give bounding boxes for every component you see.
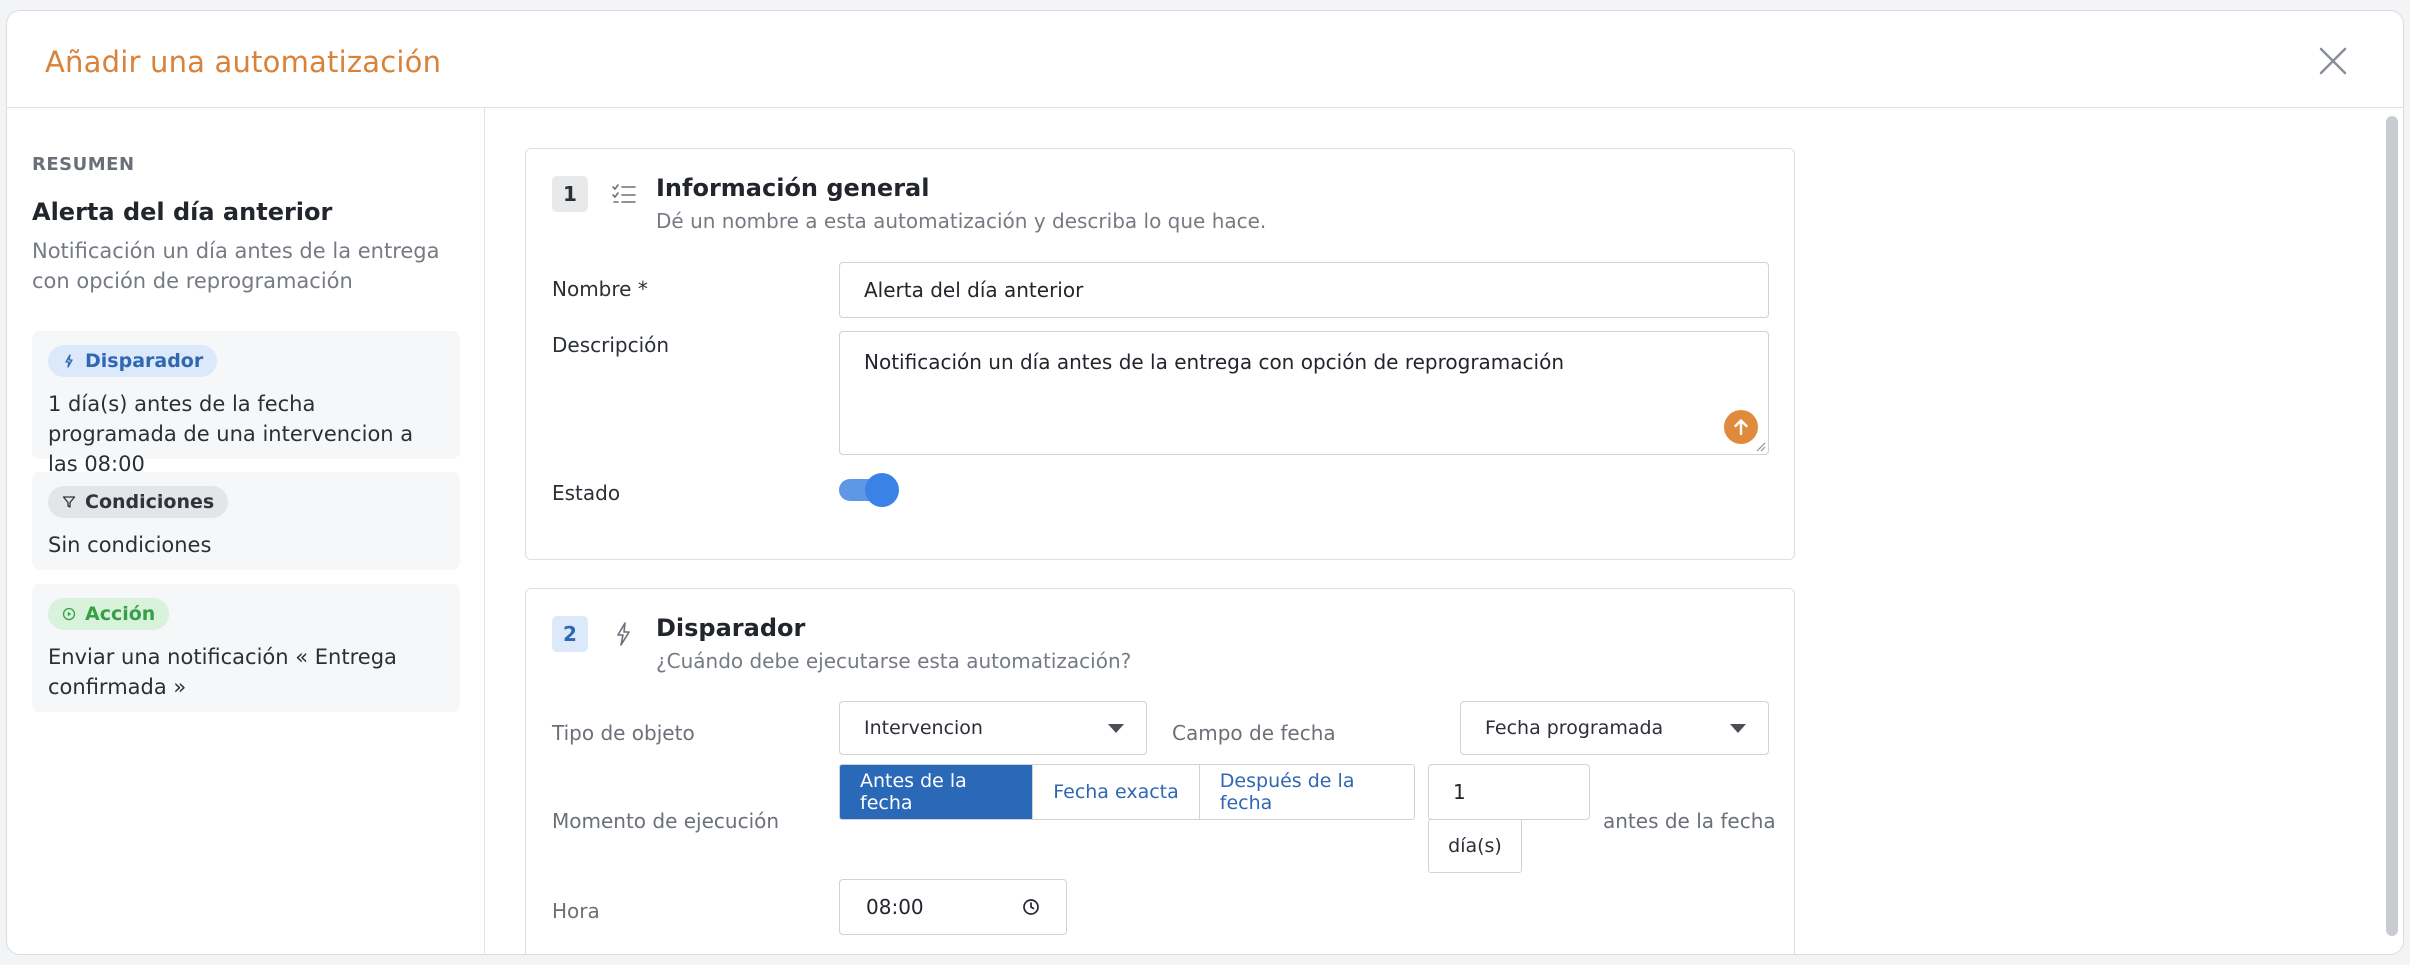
description-label: Descripción [552, 333, 670, 357]
date-field-select[interactable]: Fecha programada [1460, 701, 1769, 755]
object-type-label: Tipo de objeto [552, 721, 695, 745]
description-text: Notificación un día antes de la entrega … [864, 350, 1564, 374]
bolt-icon [617, 622, 630, 646]
step-number: 2 [552, 616, 588, 652]
close-icon [2319, 47, 2347, 75]
conditions-summary-text: Sin condiciones [48, 533, 212, 557]
summary-name: Alerta del día anterior [32, 198, 333, 226]
summary-heading: RESUMEN [32, 154, 135, 175]
checklist-icon [612, 184, 636, 203]
conditions-badge: Condiciones [48, 486, 229, 518]
timing-option-after[interactable]: Después de la fecha [1199, 765, 1414, 819]
status-label: Estado [552, 481, 621, 505]
clock-icon [1023, 899, 1039, 915]
name-label: Nombre * [552, 277, 648, 301]
section-title: Información general [656, 174, 930, 202]
dialog-title: Añadir una automatización [45, 45, 442, 79]
action-summary-text: Enviar una notificación « Entrega confir… [48, 645, 397, 699]
name-input[interactable]: Alerta del día anterior [839, 262, 1769, 318]
offset-input[interactable]: 1 [1428, 764, 1590, 820]
object-type-select[interactable]: Intervencion [839, 701, 1147, 755]
offset-suffix: antes de la fecha [1603, 809, 1776, 833]
status-toggle[interactable] [839, 473, 899, 507]
section-subtitle: Dé un nombre a esta automatización y des… [656, 209, 1267, 233]
timing-segmented-control: Antes de la fecha Fecha exacta Después d… [839, 764, 1415, 820]
dialog-header: Añadir una automatización [7, 11, 2403, 108]
scrollbar-thumb[interactable] [2386, 116, 2398, 936]
action-badge-label: Acción [85, 603, 156, 625]
chevron-down-icon [1108, 724, 1124, 733]
close-button[interactable] [2313, 41, 2353, 81]
resize-handle-icon[interactable] [1754, 440, 1766, 452]
bolt-icon [65, 354, 73, 368]
summary-action-card: Acción Enviar una notificación « Entrega… [32, 584, 460, 712]
section-subtitle: ¿Cuándo debe ejecutarse esta automatizac… [656, 649, 1132, 673]
play-circle-icon [62, 607, 76, 621]
section-title: Disparador [656, 614, 806, 642]
chevron-down-icon [1730, 724, 1746, 733]
automation-dialog: Añadir una automatización RESUMEN Alerta… [6, 10, 2404, 955]
timing-option-before[interactable]: Antes de la fecha [840, 765, 1034, 819]
timing-option-exact[interactable]: Fecha exacta [1033, 765, 1200, 819]
action-badge: Acción [48, 598, 170, 630]
summary-sidebar: RESUMEN Alerta del día anterior Notifica… [7, 108, 485, 954]
trigger-badge-label: Disparador [85, 350, 204, 372]
filter-icon [62, 496, 76, 508]
date-field-value: Fecha programada [1485, 717, 1664, 739]
time-value: 08:00 [866, 895, 924, 919]
scrollbar[interactable] [2385, 116, 2399, 946]
time-label: Hora [552, 899, 600, 923]
general-info-section: 1 Información general Dé un nombre a est… [525, 148, 1795, 560]
conditions-badge-label: Condiciones [85, 491, 215, 513]
date-field-label: Campo de fecha [1172, 721, 1336, 745]
step-number: 1 [552, 176, 588, 212]
toggle-knob [865, 473, 899, 507]
summary-description: Notificación un día antes de la entrega … [32, 239, 440, 293]
summary-trigger-card: Disparador 1 día(s) antes de la fecha pr… [32, 331, 460, 476]
arrow-up-icon [1734, 419, 1748, 436]
form-content: 1 Información general Dé un nombre a est… [485, 108, 2403, 954]
offset-unit: día(s) [1428, 819, 1522, 873]
object-type-value: Intervencion [864, 717, 983, 739]
trigger-badge: Disparador [48, 345, 218, 377]
upload-button[interactable] [1724, 410, 1758, 444]
description-textarea[interactable]: Notificación un día antes de la entrega … [839, 331, 1769, 455]
time-input[interactable]: 08:00 [839, 879, 1067, 935]
timing-label: Momento de ejecución [552, 809, 780, 833]
summary-conditions-card: Condiciones Sin condiciones [32, 472, 460, 570]
trigger-summary-text: 1 día(s) antes de la fecha programada de… [48, 392, 414, 476]
trigger-section: 2 Disparador ¿Cuándo debe ejecutarse est… [525, 588, 1795, 954]
